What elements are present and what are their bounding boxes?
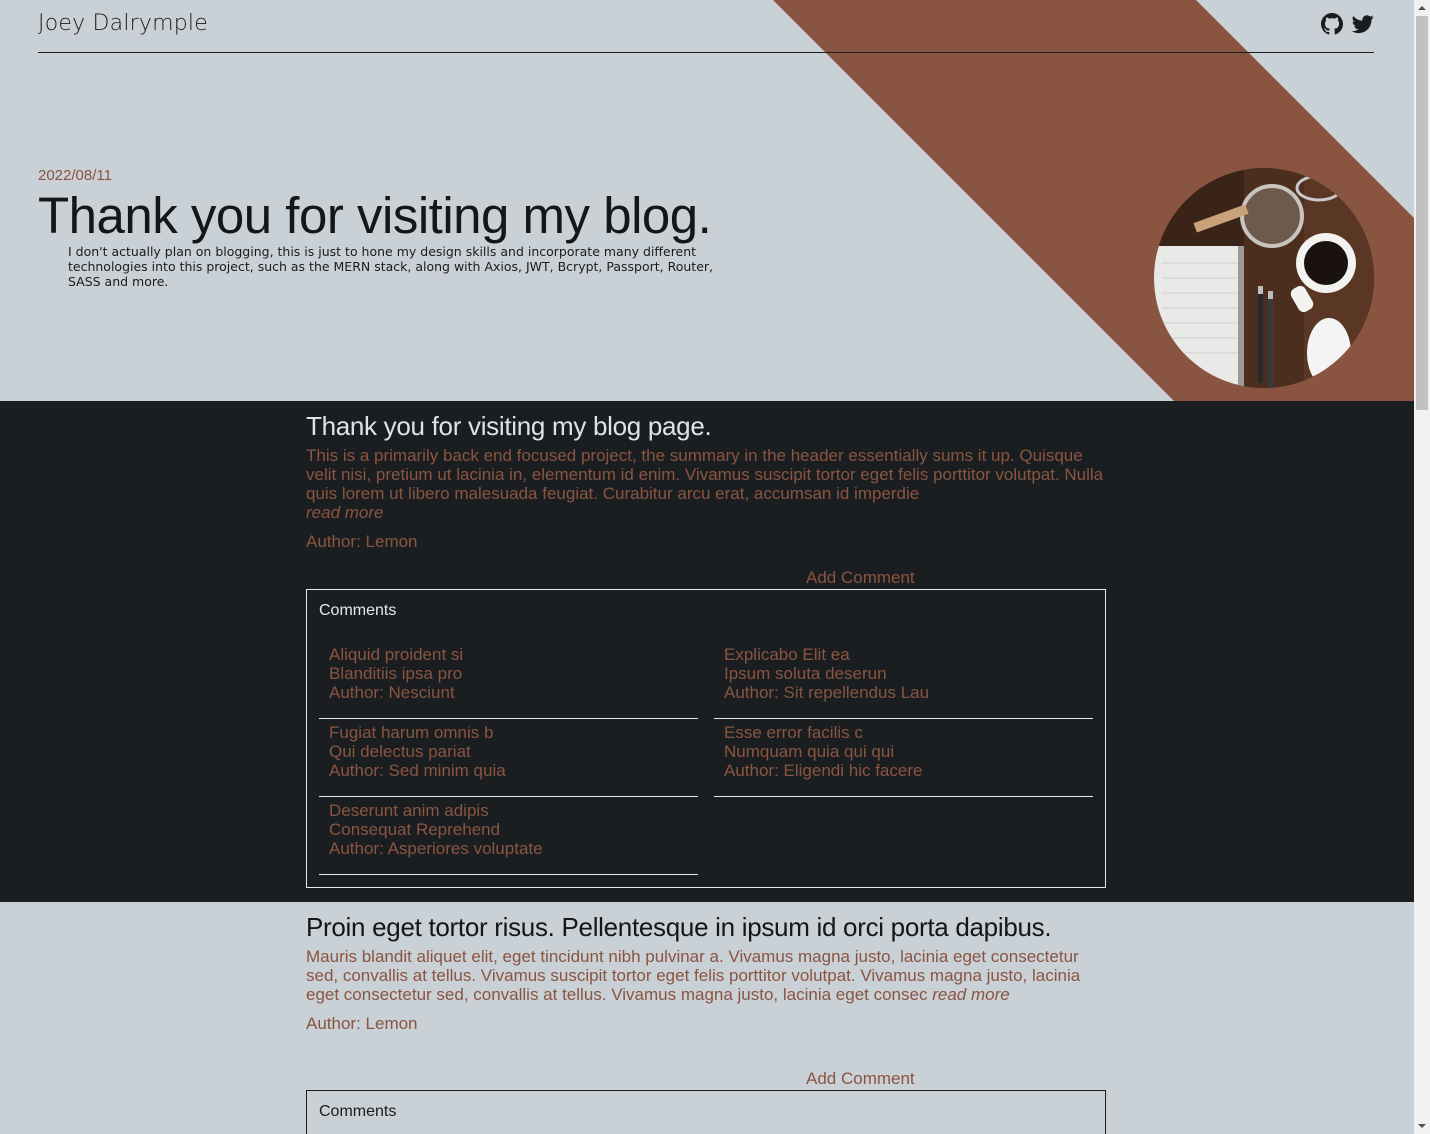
blog-post: Thank you for visiting my blog page. Thi…: [0, 401, 1414, 902]
comment-body: Ipsum soluta deserun: [724, 664, 887, 683]
read-more-link[interactable]: read more: [932, 985, 1009, 1004]
comment-author: Author: Eligendi hic facere: [724, 761, 923, 780]
comment-body: Numquam quia qui qui: [724, 742, 895, 761]
hero-date: 2022/08/11: [38, 167, 112, 184]
comment-item: Aliquid proident si Blanditiis ipsa pro …: [319, 641, 698, 719]
comment-item: Fugiat harum omnis b Qui delectus pariat…: [319, 719, 698, 797]
comment-title: Explicabo Elit ea: [724, 645, 850, 664]
comment-title: Esse error facilis c: [724, 723, 863, 742]
post-content: Proin eget tortor risus. Pellentesque in…: [306, 902, 1106, 1134]
comment-author: Author: Sit repellendus Lau: [724, 683, 930, 702]
comments-panel: Comments Aliquid proident si Blanditiis …: [306, 589, 1106, 888]
comment-body: Consequat Reprehend: [329, 820, 501, 839]
post-title: Proin eget tortor risus. Pellentesque in…: [306, 912, 1052, 942]
post-summary: This is a primarily back end focused pro…: [306, 446, 1106, 522]
desk-photo-image: [1154, 168, 1374, 388]
comment-title: Deserunt anim adipis: [329, 801, 489, 820]
blog-post: Proin eget tortor risus. Pellentesque in…: [0, 902, 1414, 1134]
comment-item: Explicabo Elit ea Ipsum soluta deserun A…: [714, 641, 1093, 719]
comment-author: Author: Nesciunt: [329, 683, 455, 702]
comment-author: Author: Sed minim quia: [329, 761, 506, 780]
post-content: Thank you for visiting my blog page. Thi…: [306, 401, 1106, 888]
hero-title: Thank you for visiting my blog.: [38, 187, 712, 244]
post-title: Thank you for visiting my blog page.: [306, 411, 712, 441]
post-author: Author: Lemon: [306, 1014, 418, 1033]
scroll-up-arrow-icon[interactable]: [1414, 0, 1430, 16]
comment-title: Aliquid proident si: [329, 645, 464, 664]
post-summary-text: This is a primarily back end focused pro…: [306, 446, 1104, 503]
comment-body: Blanditiis ipsa pro: [329, 664, 463, 683]
scrollbar-thumb[interactable]: [1416, 16, 1428, 410]
scroll-down-arrow-icon[interactable]: [1414, 1118, 1430, 1134]
add-comment-button[interactable]: Add Comment: [806, 568, 915, 588]
comment-title: Fugiat harum omnis b: [329, 723, 494, 742]
comment-body: Qui delectus pariat: [329, 742, 471, 761]
comments-panel: Comments: [306, 1090, 1106, 1134]
social-links: [1321, 13, 1374, 35]
twitter-icon[interactable]: [1352, 13, 1374, 35]
hero-header: Joey Dalrymple 2022/08/11 Thank you for …: [0, 0, 1414, 401]
hero-description: I don't actually plan on blogging, this …: [68, 244, 714, 289]
comment-item: Deserunt anim adipis Consequat Reprehend…: [319, 797, 698, 875]
top-navbar: Joey Dalrymple: [38, 0, 1374, 53]
comments-heading: Comments: [319, 1103, 397, 1120]
site-name[interactable]: Joey Dalrymple: [38, 11, 208, 36]
post-summary: Mauris blandit aliquet elit, eget tincid…: [306, 947, 1106, 1004]
add-comment-button[interactable]: Add Comment: [806, 1069, 915, 1089]
comment-item: Esse error facilis c Numquam quia qui qu…: [714, 719, 1093, 797]
post-author: Author: Lemon: [306, 532, 418, 551]
comment-author: Author: Asperiores voluptate: [329, 839, 543, 858]
github-icon[interactable]: [1321, 13, 1343, 35]
page-scrollbar[interactable]: [1414, 0, 1430, 1134]
comments-heading: Comments: [319, 602, 397, 619]
read-more-link[interactable]: read more: [306, 503, 383, 522]
